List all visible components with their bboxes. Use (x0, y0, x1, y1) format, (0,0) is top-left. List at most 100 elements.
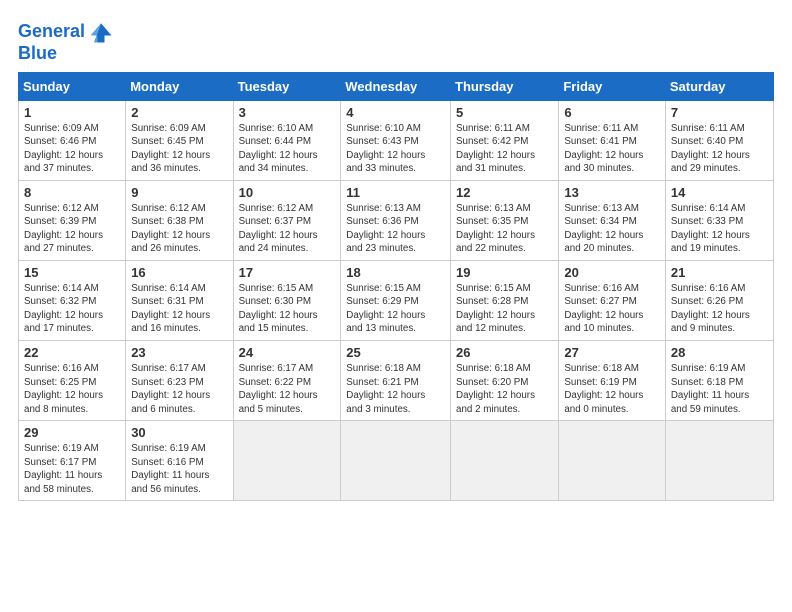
calendar-cell: 22Sunrise: 6:16 AM Sunset: 6:25 PM Dayli… (19, 340, 126, 420)
calendar-cell: 29 Sunrise: 6:19 AM Sunset: 6:17 PM Dayli… (19, 421, 126, 501)
calendar-cell: 17 Sunrise: 6:15 AM Sunset: 6:30 PM Dayli… (233, 260, 341, 340)
day-number: 2 (131, 105, 227, 120)
day-number: 8 (24, 185, 120, 200)
day-info: Sunrise: 6:12 AM Sunset: 6:37 PM Dayligh… (239, 202, 336, 256)
calendar-cell: 4Sunrise: 6:10 AM Sunset: 6:43 PM Daylig… (341, 100, 451, 180)
day-number: 1 (24, 105, 120, 120)
calendar-cell (451, 421, 559, 501)
day-number: 28 (671, 345, 768, 360)
calendar-cell: 3 Sunrise: 6:10 AM Sunset: 6:44 PM Daylig… (233, 100, 341, 180)
calendar-cell: 6 Sunrise: 6:11 AM Sunset: 6:41 PM Daylig… (559, 100, 666, 180)
day-number: 20 (564, 265, 660, 280)
day-number: 5 (456, 105, 553, 120)
calendar-cell: 28 Sunrise: 6:19 AM Sunset: 6:18 PM Dayli… (665, 340, 773, 420)
day-info: Sunrise: 6:15 AM Sunset: 6:29 PM Dayligh… (346, 282, 445, 336)
col-header-saturday: Saturday (665, 72, 773, 100)
day-info: Sunrise: 6:19 AM Sunset: 6:17 PM Dayligh… (24, 442, 120, 496)
day-info: Sunrise: 6:18 AM Sunset: 6:19 PM Dayligh… (564, 362, 660, 416)
logo-text: General (18, 22, 85, 42)
day-info: Sunrise: 6:19 AM Sunset: 6:16 PM Dayligh… (131, 442, 227, 496)
calendar-cell: 12Sunrise: 6:13 AM Sunset: 6:35 PM Dayli… (451, 180, 559, 260)
day-number: 10 (239, 185, 336, 200)
col-header-tuesday: Tuesday (233, 72, 341, 100)
calendar-cell: 19Sunrise: 6:15 AM Sunset: 6:28 PM Dayli… (451, 260, 559, 340)
day-number: 26 (456, 345, 553, 360)
page: General Blue SundayMondayTuesdayWednesda… (0, 0, 792, 612)
header: General Blue (18, 18, 774, 64)
day-number: 12 (456, 185, 553, 200)
day-info: Sunrise: 6:15 AM Sunset: 6:30 PM Dayligh… (239, 282, 336, 336)
calendar-cell: 8 Sunrise: 6:12 AM Sunset: 6:39 PM Daylig… (19, 180, 126, 260)
logo-icon (87, 18, 115, 46)
calendar-cell: 18 Sunrise: 6:15 AM Sunset: 6:29 PM Dayli… (341, 260, 451, 340)
calendar-table: SundayMondayTuesdayWednesdayThursdayFrid… (18, 72, 774, 501)
calendar-cell: 16 Sunrise: 6:14 AM Sunset: 6:31 PM Dayli… (126, 260, 233, 340)
day-info: Sunrise: 6:09 AM Sunset: 6:46 PM Dayligh… (24, 122, 120, 176)
calendar-cell: 7Sunrise: 6:11 AM Sunset: 6:40 PM Daylig… (665, 100, 773, 180)
col-header-sunday: Sunday (19, 72, 126, 100)
day-number: 6 (564, 105, 660, 120)
day-info: Sunrise: 6:17 AM Sunset: 6:22 PM Dayligh… (239, 362, 336, 416)
col-header-friday: Friday (559, 72, 666, 100)
day-info: Sunrise: 6:12 AM Sunset: 6:39 PM Dayligh… (24, 202, 120, 256)
day-number: 7 (671, 105, 768, 120)
day-info: Sunrise: 6:14 AM Sunset: 6:33 PM Dayligh… (671, 202, 768, 256)
day-info: Sunrise: 6:11 AM Sunset: 6:41 PM Dayligh… (564, 122, 660, 176)
day-info: Sunrise: 6:09 AM Sunset: 6:45 PM Dayligh… (131, 122, 227, 176)
day-info: Sunrise: 6:14 AM Sunset: 6:31 PM Dayligh… (131, 282, 227, 336)
calendar-cell: 13 Sunrise: 6:13 AM Sunset: 6:34 PM Dayli… (559, 180, 666, 260)
calendar-cell (665, 421, 773, 501)
day-number: 27 (564, 345, 660, 360)
calendar-cell: 24 Sunrise: 6:17 AM Sunset: 6:22 PM Dayli… (233, 340, 341, 420)
day-info: Sunrise: 6:16 AM Sunset: 6:25 PM Dayligh… (24, 362, 120, 416)
calendar-cell (233, 421, 341, 501)
week-row-2: 15Sunrise: 6:14 AM Sunset: 6:32 PM Dayli… (19, 260, 774, 340)
day-number: 24 (239, 345, 336, 360)
calendar-cell: 10 Sunrise: 6:12 AM Sunset: 6:37 PM Dayli… (233, 180, 341, 260)
calendar-cell: 21Sunrise: 6:16 AM Sunset: 6:26 PM Dayli… (665, 260, 773, 340)
col-header-wednesday: Wednesday (341, 72, 451, 100)
calendar-cell: 2 Sunrise: 6:09 AM Sunset: 6:45 PM Daylig… (126, 100, 233, 180)
calendar-cell: 30Sunrise: 6:19 AM Sunset: 6:16 PM Dayli… (126, 421, 233, 501)
day-info: Sunrise: 6:12 AM Sunset: 6:38 PM Dayligh… (131, 202, 227, 256)
day-number: 23 (131, 345, 227, 360)
calendar-cell: 1 Sunrise: 6:09 AM Sunset: 6:46 PM Daylig… (19, 100, 126, 180)
calendar-cell: 5 Sunrise: 6:11 AM Sunset: 6:42 PM Daylig… (451, 100, 559, 180)
day-info: Sunrise: 6:16 AM Sunset: 6:27 PM Dayligh… (564, 282, 660, 336)
calendar-cell: 26 Sunrise: 6:18 AM Sunset: 6:20 PM Dayli… (451, 340, 559, 420)
day-info: Sunrise: 6:11 AM Sunset: 6:42 PM Dayligh… (456, 122, 553, 176)
day-info: Sunrise: 6:10 AM Sunset: 6:43 PM Dayligh… (346, 122, 445, 176)
week-row-4: 29 Sunrise: 6:19 AM Sunset: 6:17 PM Dayli… (19, 421, 774, 501)
logo-text2: Blue (18, 44, 57, 64)
day-info: Sunrise: 6:14 AM Sunset: 6:32 PM Dayligh… (24, 282, 120, 336)
day-info: Sunrise: 6:13 AM Sunset: 6:34 PM Dayligh… (564, 202, 660, 256)
day-info: Sunrise: 6:13 AM Sunset: 6:36 PM Dayligh… (346, 202, 445, 256)
day-info: Sunrise: 6:10 AM Sunset: 6:44 PM Dayligh… (239, 122, 336, 176)
day-number: 18 (346, 265, 445, 280)
day-number: 14 (671, 185, 768, 200)
header-row: SundayMondayTuesdayWednesdayThursdayFrid… (19, 72, 774, 100)
calendar-cell: 9 Sunrise: 6:12 AM Sunset: 6:38 PM Daylig… (126, 180, 233, 260)
day-number: 11 (346, 185, 445, 200)
week-row-3: 22Sunrise: 6:16 AM Sunset: 6:25 PM Dayli… (19, 340, 774, 420)
day-info: Sunrise: 6:19 AM Sunset: 6:18 PM Dayligh… (671, 362, 768, 416)
calendar-cell: 23 Sunrise: 6:17 AM Sunset: 6:23 PM Dayli… (126, 340, 233, 420)
day-number: 29 (24, 425, 120, 440)
calendar-cell: 11 Sunrise: 6:13 AM Sunset: 6:36 PM Dayli… (341, 180, 451, 260)
calendar-cell: 25Sunrise: 6:18 AM Sunset: 6:21 PM Dayli… (341, 340, 451, 420)
calendar-cell: 14 Sunrise: 6:14 AM Sunset: 6:33 PM Dayli… (665, 180, 773, 260)
day-number: 21 (671, 265, 768, 280)
col-header-thursday: Thursday (451, 72, 559, 100)
day-number: 3 (239, 105, 336, 120)
col-header-monday: Monday (126, 72, 233, 100)
calendar-cell: 20 Sunrise: 6:16 AM Sunset: 6:27 PM Dayli… (559, 260, 666, 340)
week-row-1: 8 Sunrise: 6:12 AM Sunset: 6:39 PM Daylig… (19, 180, 774, 260)
day-number: 17 (239, 265, 336, 280)
week-row-0: 1 Sunrise: 6:09 AM Sunset: 6:46 PM Daylig… (19, 100, 774, 180)
day-number: 19 (456, 265, 553, 280)
day-number: 13 (564, 185, 660, 200)
day-number: 16 (131, 265, 227, 280)
day-info: Sunrise: 6:18 AM Sunset: 6:20 PM Dayligh… (456, 362, 553, 416)
day-number: 9 (131, 185, 227, 200)
day-info: Sunrise: 6:17 AM Sunset: 6:23 PM Dayligh… (131, 362, 227, 416)
